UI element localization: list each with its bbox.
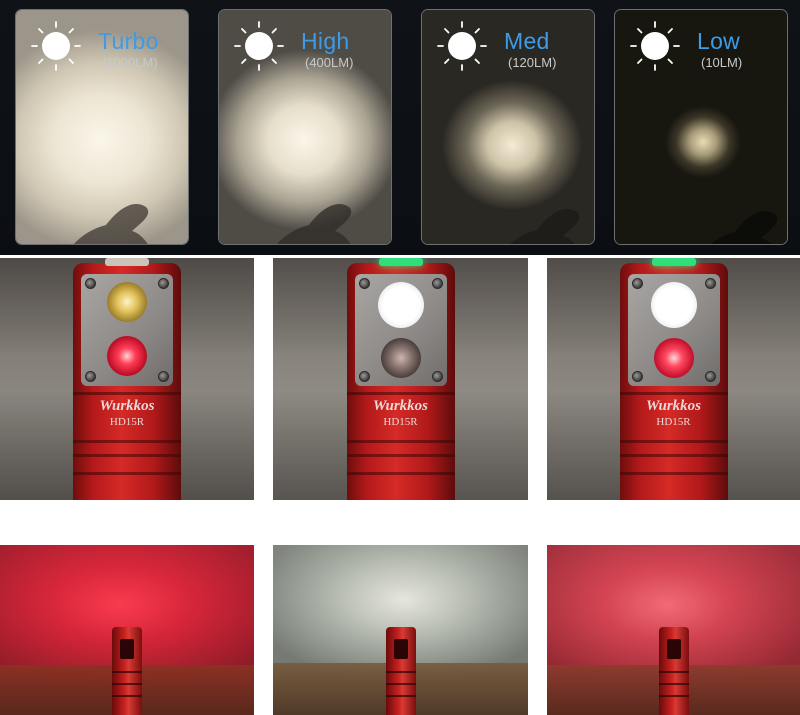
mode-name: Turbo <box>98 28 159 54</box>
mode-lumens: (1000LM) <box>102 55 158 70</box>
mode-name: High <box>301 28 350 54</box>
sun-icon <box>234 21 284 71</box>
white-light-scene <box>273 545 528 715</box>
flashlight-photo-warm-red: Wurkkos HD15R <box>0 258 254 500</box>
mode-lumens: (10LM) <box>701 55 743 70</box>
red-light-scene <box>0 545 254 715</box>
mode-panel-low: Low (10LM) <box>614 9 788 245</box>
flashlight-head <box>354 274 447 386</box>
sun-icon <box>31 21 81 71</box>
white-led <box>650 282 697 328</box>
mode-panel-high: High (400LM) <box>218 9 392 245</box>
hand-silhouette-icon <box>510 209 580 244</box>
hand-silhouette-icon <box>710 211 778 244</box>
red-led-off <box>380 338 421 378</box>
flashlight: Wurkkos HD15R <box>345 258 457 500</box>
flashlight-photo-white: Wurkkos HD15R <box>273 258 528 500</box>
mode-name: Low <box>697 28 741 54</box>
mode-name: Med <box>504 28 550 54</box>
flashlight: Wurkkos HD15R <box>71 258 183 500</box>
hand-silhouette-icon <box>73 204 149 244</box>
white-led <box>377 282 424 328</box>
brand-label: Wurkkos <box>645 398 702 414</box>
mode-panel-turbo: Turbo (1000LM) <box>15 9 189 245</box>
warm-led <box>107 282 147 322</box>
mode-lumens: (120LM) <box>508 55 557 70</box>
hand-silhouette-icon <box>276 204 352 244</box>
model-label: HD15R <box>383 416 418 428</box>
flashlight: Wurkkos HD15R <box>618 258 730 500</box>
flashlight <box>385 627 416 715</box>
red-light-scene <box>547 545 800 715</box>
model-label: HD15R <box>656 416 691 428</box>
sun-icon <box>437 21 487 71</box>
flashlight <box>112 627 142 715</box>
flashlight-head <box>81 274 173 386</box>
mode-panel-med: Med (120LM) <box>421 9 595 245</box>
red-led <box>107 336 147 376</box>
flashlight-head <box>627 274 720 386</box>
sun-icon <box>630 21 680 71</box>
red-led <box>653 338 694 378</box>
brightness-modes-band: Turbo (1000LM) High (400LM) Med (120LM) … <box>0 0 800 255</box>
brand-label: Wurkkos <box>372 398 429 414</box>
brand-label: Wurkkos <box>99 398 155 414</box>
mode-lumens: (400LM) <box>305 55 354 70</box>
flashlight <box>658 627 689 715</box>
flashlight-photo-white-red: Wurkkos HD15R <box>547 258 800 500</box>
model-label: HD15R <box>109 416 145 428</box>
